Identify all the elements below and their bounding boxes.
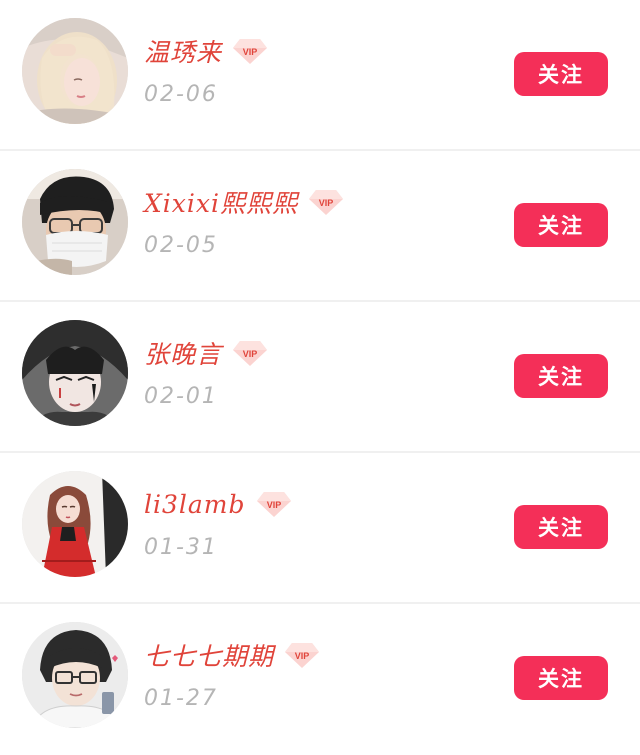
follow-date: 02-06 (144, 82, 218, 107)
list-item[interactable]: 温琇来 VIP 02-06 关注 (0, 0, 640, 151)
name-line: Xixixi熙熙熙 VIP (144, 185, 344, 219)
vip-diamond-icon: VIP (232, 339, 268, 367)
list-item[interactable]: 七七七期期 VIP 01-27 关注 (0, 604, 640, 755)
follow-button[interactable]: 关注 (514, 354, 608, 398)
vip-diamond-icon: VIP (256, 490, 292, 518)
vip-diamond-icon: VIP (284, 641, 320, 669)
follow-button[interactable]: 关注 (514, 52, 608, 96)
svg-text:VIP: VIP (295, 651, 310, 661)
avatar[interactable] (22, 471, 128, 577)
follow-date: 01-27 (144, 686, 218, 711)
avatar-anime-boy-image (22, 320, 128, 426)
list-item[interactable]: 张晚言 VIP 02-01 关注 (0, 302, 640, 453)
username[interactable]: 温琇来 (144, 33, 222, 69)
avatar[interactable] (22, 18, 128, 124)
username[interactable]: 张晚言 (144, 335, 222, 371)
name-line: 张晚言 VIP (144, 336, 268, 370)
avatar[interactable] (22, 622, 128, 728)
avatar-anime-boy-glasses-image (22, 622, 128, 728)
vip-diamond-icon: VIP (232, 37, 268, 65)
svg-text:VIP: VIP (319, 198, 334, 208)
avatar-boy-with-mask-image (22, 169, 128, 275)
follow-button[interactable]: 关注 (514, 203, 608, 247)
follow-date: 02-05 (144, 233, 218, 258)
follow-button[interactable]: 关注 (514, 656, 608, 700)
svg-text:VIP: VIP (243, 47, 258, 57)
name-line: 温琇来 VIP (144, 34, 268, 68)
list-item[interactable]: Xixixi熙熙熙 VIP 02-05 关注 (0, 151, 640, 302)
name-line: li3lamb VIP (144, 487, 292, 521)
username[interactable]: Xixixi熙熙熙 (144, 184, 298, 220)
follow-date: 01-31 (144, 535, 218, 560)
list-item[interactable]: li3lamb VIP 01-31 关注 (0, 453, 640, 604)
avatar-anime-girl-red-dress-image (22, 471, 128, 577)
avatar-blonde-girl-image (22, 18, 128, 124)
follow-button[interactable]: 关注 (514, 505, 608, 549)
svg-text:VIP: VIP (266, 500, 281, 510)
username[interactable]: li3lamb (144, 490, 246, 519)
follow-date: 02-01 (144, 384, 218, 409)
vip-diamond-icon: VIP (308, 188, 344, 216)
avatar[interactable] (22, 169, 128, 275)
svg-text:VIP: VIP (243, 349, 258, 359)
username[interactable]: 七七七期期 (144, 637, 274, 673)
avatar[interactable] (22, 320, 128, 426)
name-line: 七七七期期 VIP (144, 638, 320, 672)
